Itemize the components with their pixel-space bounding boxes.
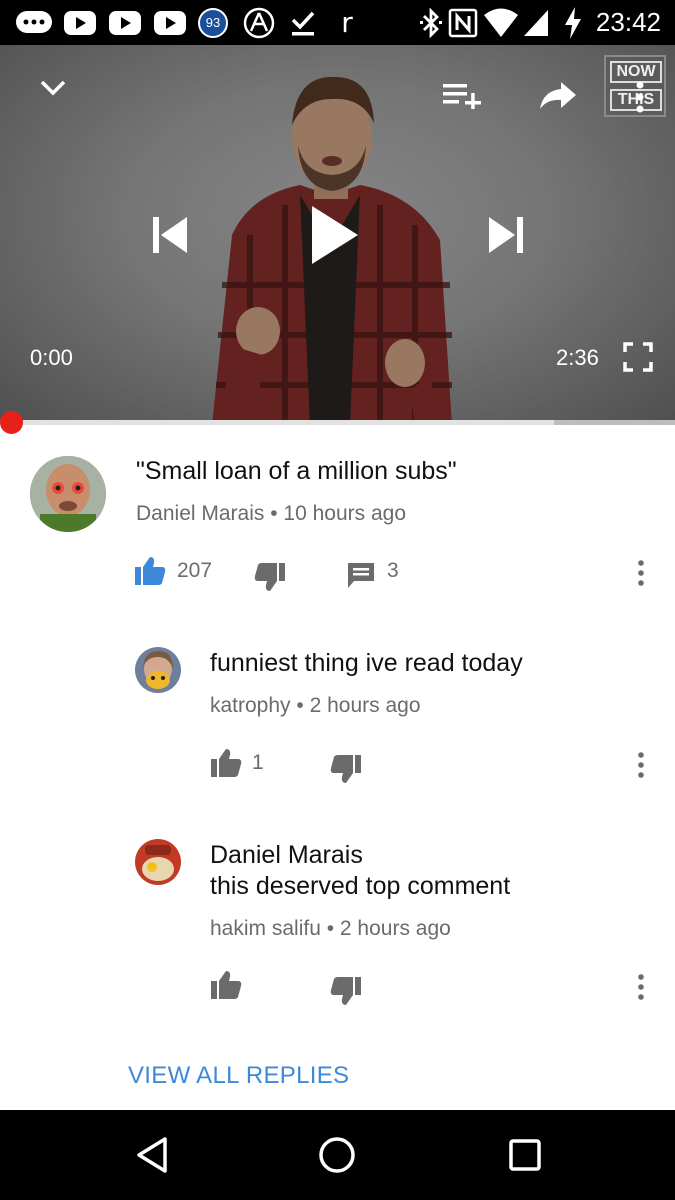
reply-time: 2 hours ago	[339, 917, 451, 940]
reply-text: this deserved top comment	[210, 872, 511, 900]
youtube-icon	[152, 0, 188, 45]
check-icon	[288, 0, 318, 45]
meta-separator: •	[296, 694, 310, 717]
add-to-playlist-icon[interactable]	[438, 75, 484, 115]
share-icon[interactable]	[536, 75, 580, 115]
like-count: 207	[177, 559, 213, 582]
more-vert-icon[interactable]	[625, 75, 655, 119]
reply-author[interactable]: hakim salifu	[210, 917, 321, 940]
youtube-icon	[62, 0, 98, 45]
wifi-icon	[483, 0, 519, 45]
meta-separator: •	[326, 917, 340, 940]
dislike-button[interactable]	[328, 752, 364, 786]
reply-mention[interactable]: Daniel Marais	[210, 841, 363, 870]
more-vert-icon[interactable]	[630, 970, 652, 1004]
messaging-icon	[14, 0, 54, 45]
meta-separator: •	[270, 502, 284, 525]
comment-text: "Small loan of a million subs"	[136, 457, 457, 485]
recents-icon[interactable]	[500, 1130, 550, 1180]
reply-meta: hakim salifu • 2 hours ago	[210, 917, 451, 941]
battery-charging-icon	[562, 0, 584, 45]
reply-author[interactable]: katrophy	[210, 694, 291, 717]
fullscreen-icon[interactable]	[618, 337, 658, 377]
status-bar: 93 r 23:42	[0, 0, 675, 45]
video-player[interactable]: NOW THIS 0:00 2:36	[0, 45, 675, 425]
dislike-button[interactable]	[252, 560, 288, 594]
current-time: 0:00	[30, 345, 73, 370]
reply-time: 2 hours ago	[309, 694, 421, 717]
comment-meta: Daniel Marais • 10 hours ago	[136, 502, 406, 526]
avatar[interactable]	[135, 839, 181, 885]
avatar[interactable]	[135, 647, 181, 693]
comment-author[interactable]: Daniel Marais	[136, 502, 264, 525]
progress-scrubber[interactable]	[0, 411, 23, 434]
clock: 23:42	[595, 7, 661, 37]
view-all-replies-button[interactable]: VIEW ALL REPLIES	[128, 1062, 349, 1090]
like-button[interactable]	[208, 968, 244, 1002]
home-icon[interactable]	[312, 1130, 362, 1180]
progress-track[interactable]	[0, 420, 675, 425]
reply-count: 3	[387, 559, 399, 582]
cell-signal-icon	[522, 0, 550, 45]
chevron-down-icon[interactable]	[32, 67, 74, 109]
back-icon[interactable]	[128, 1130, 176, 1180]
navigation-bar	[0, 1110, 675, 1200]
dislike-button[interactable]	[328, 974, 364, 1008]
reply-meta: katrophy • 2 hours ago	[210, 694, 421, 718]
skip-next-icon[interactable]	[482, 210, 532, 260]
more-vert-icon[interactable]	[630, 748, 652, 782]
play-icon[interactable]	[300, 195, 370, 275]
skip-previous-icon[interactable]	[144, 210, 194, 260]
comment-time: 10 hours ago	[283, 502, 407, 525]
youtube-icon	[107, 0, 143, 45]
notification-badge: 93	[198, 7, 228, 38]
like-button[interactable]	[208, 746, 244, 780]
duration: 2:36	[556, 345, 599, 370]
more-vert-icon[interactable]	[630, 556, 652, 590]
bluetooth-icon	[418, 0, 444, 45]
nfc-icon	[447, 0, 479, 45]
progress-buffer	[0, 420, 554, 425]
like-button[interactable]	[132, 554, 168, 588]
like-count: 1	[252, 751, 264, 774]
reply-icon[interactable]	[344, 558, 378, 592]
avatar[interactable]	[30, 456, 106, 532]
reply-text: funniest thing ive read today	[210, 649, 523, 677]
badge-93-icon: 93	[196, 0, 230, 45]
reddit-icon: r	[341, 6, 353, 39]
arch-icon	[242, 0, 276, 45]
